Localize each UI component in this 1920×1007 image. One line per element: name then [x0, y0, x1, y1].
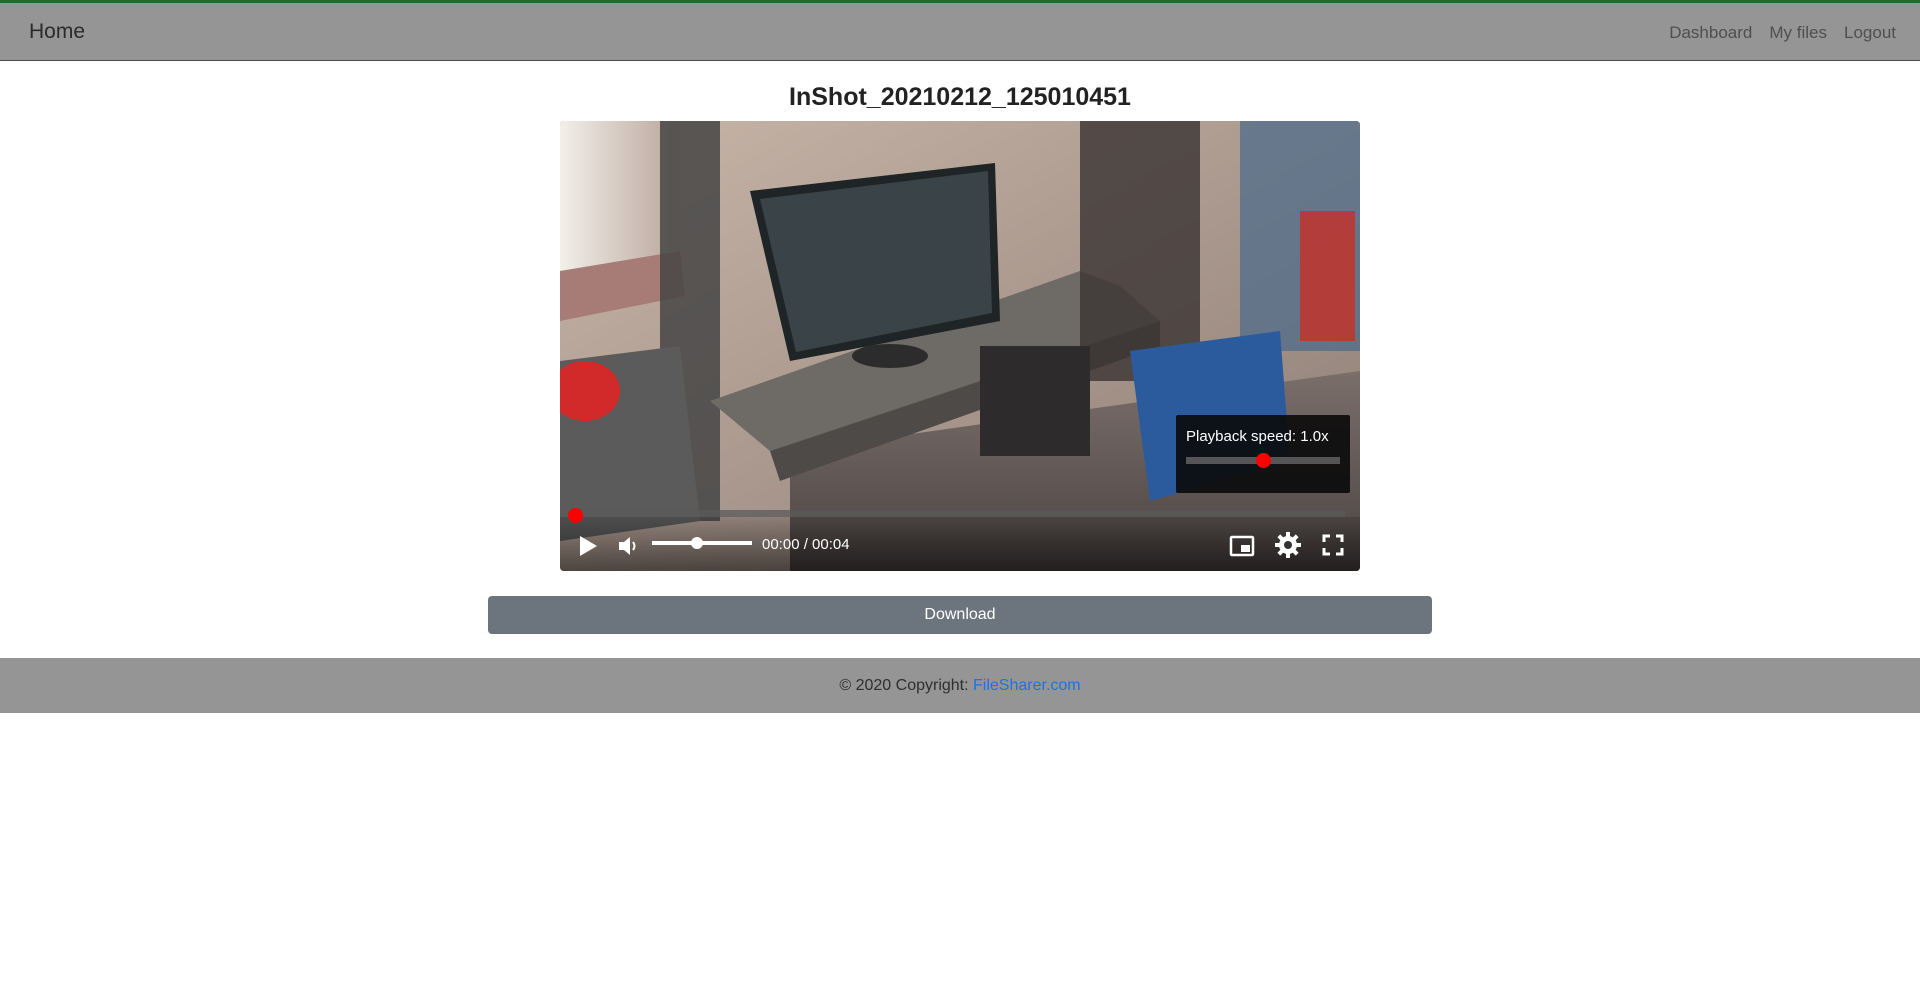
download-button[interactable]: Download	[488, 596, 1432, 634]
play-button[interactable]	[577, 535, 599, 557]
video-player[interactable]: 00:00 / 00:04 Playback speed: 1.0x	[560, 121, 1360, 571]
playback-speed-handle[interactable]	[1256, 453, 1271, 468]
filesharer-link[interactable]: FileSharer.com	[973, 677, 1081, 694]
my-files-link[interactable]: My files	[1769, 23, 1827, 43]
gear-icon	[1275, 532, 1301, 558]
playback-speed-popup: Playback speed: 1.0x	[1176, 415, 1350, 493]
progress-bar[interactable]	[574, 510, 1345, 517]
logout-link[interactable]: Logout	[1844, 23, 1896, 43]
home-link[interactable]: Home	[29, 20, 85, 44]
fullscreen-button[interactable]	[1322, 534, 1344, 556]
footer: © 2020 Copyright: FileSharer.com	[0, 658, 1920, 713]
fullscreen-icon	[1322, 534, 1344, 556]
video-frame	[560, 121, 1360, 571]
progress-handle[interactable]	[568, 508, 583, 523]
frame-monitor-stand	[852, 344, 928, 368]
frame-cabinet	[980, 346, 1090, 456]
dashboard-link[interactable]: Dashboard	[1669, 23, 1752, 43]
playback-speed-label: Playback speed: 1.0x	[1186, 428, 1329, 445]
mute-button[interactable]	[617, 534, 641, 558]
picture-in-picture-button[interactable]	[1229, 534, 1255, 558]
file-title: InShot_20210212_125010451	[789, 83, 1131, 111]
volume-icon	[619, 537, 636, 555]
nav-links: Dashboard My files Logout	[1669, 23, 1896, 43]
footer-text: © 2020 Copyright: FileSharer.com	[0, 677, 1920, 695]
picture-in-picture-icon	[1229, 535, 1255, 557]
top-navbar: Home Dashboard My files Logout	[0, 0, 1920, 61]
copyright-text: © 2020 Copyright:	[839, 677, 974, 694]
volume-handle[interactable]	[691, 537, 703, 549]
time-display: 00:00 / 00:04	[762, 536, 850, 553]
frame-red-item	[1300, 211, 1355, 341]
settings-button[interactable]	[1274, 531, 1302, 559]
play-icon	[580, 536, 597, 556]
frame-shelf-right	[1080, 121, 1200, 381]
